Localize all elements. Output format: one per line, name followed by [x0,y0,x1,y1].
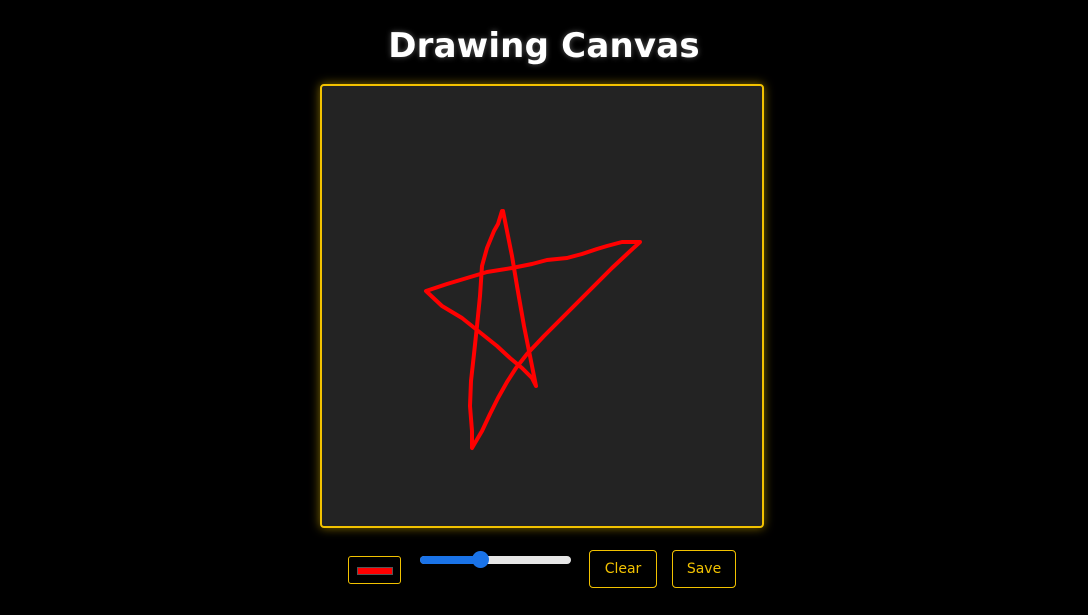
slider-thumb[interactable] [472,551,490,568]
brush-size-slider[interactable] [418,550,573,570]
slider-fill [420,556,481,564]
color-swatch [357,567,393,575]
drawing-surface[interactable] [322,86,762,526]
drawing-canvas[interactable] [320,84,764,528]
star-stroke [424,209,642,450]
slider-track [420,556,571,564]
color-picker[interactable] [348,556,401,584]
clear-button[interactable]: Clear [589,550,657,588]
page: Drawing Canvas Clear Save [0,0,1088,615]
toolbar: Clear Save [0,550,1088,590]
save-button[interactable]: Save [672,550,736,588]
page-title: Drawing Canvas [388,26,700,66]
